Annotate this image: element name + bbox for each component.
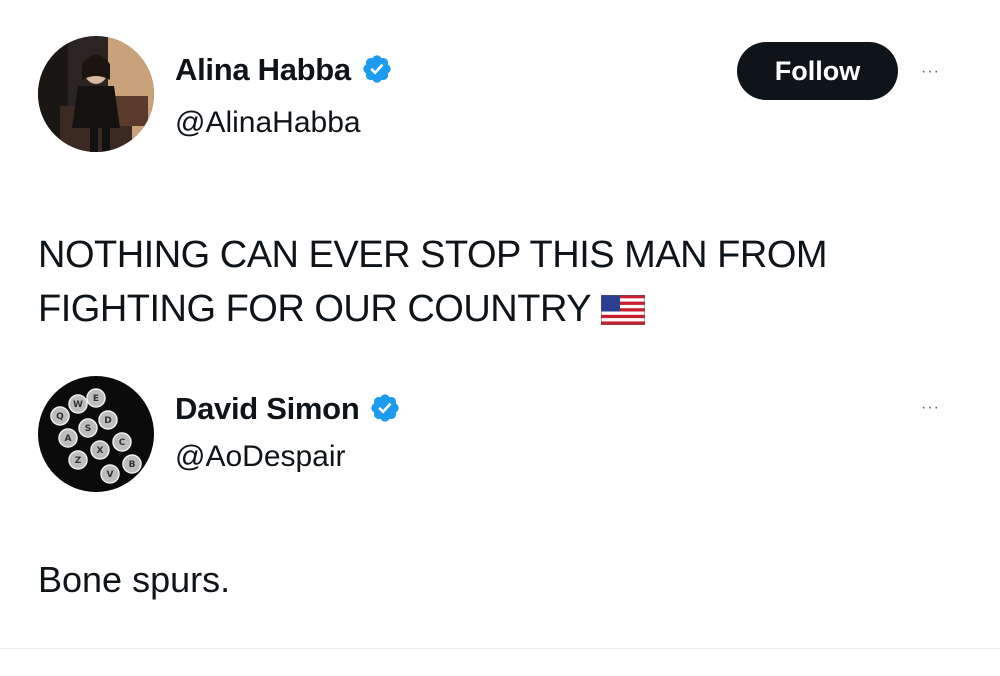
- follow-button[interactable]: Follow: [737, 42, 898, 100]
- svg-text:Z: Z: [75, 456, 82, 466]
- author-avatar[interactable]: [38, 36, 154, 152]
- svg-text:A: A: [65, 434, 72, 444]
- us-flag-icon: [600, 286, 646, 340]
- tweet-text-line-2-row: FIGHTING FOR OUR COUNTRY: [38, 282, 968, 340]
- author-display-name[interactable]: Alina Habba: [175, 54, 351, 85]
- svg-text:S: S: [85, 424, 91, 434]
- svg-text:V: V: [107, 470, 114, 480]
- verified-badge-icon: [361, 53, 393, 85]
- svg-text:E: E: [93, 394, 99, 404]
- reply-author-avatar[interactable]: Q W E A S D Z X C V B: [38, 376, 154, 492]
- tweet-text-line-2: FIGHTING FOR OUR COUNTRY: [38, 288, 592, 330]
- reply-author-handle[interactable]: @AoDespair: [175, 442, 346, 472]
- tweet-text-line-1: NOTHING CAN EVER STOP THIS MAN FROM: [38, 234, 828, 276]
- more-options-icon[interactable]: ···: [921, 64, 940, 80]
- tweet-text: NOTHING CAN EVER STOP THIS MAN FROM FIGH…: [38, 228, 968, 340]
- svg-text:D: D: [104, 416, 111, 426]
- svg-text:X: X: [97, 446, 104, 456]
- divider: [0, 648, 1000, 649]
- reply-author-name-row: David Simon: [175, 392, 401, 424]
- reply-more-options-icon[interactable]: ···: [921, 400, 940, 416]
- reply-author-display-name[interactable]: David Simon: [175, 393, 360, 424]
- verified-badge-icon: [369, 392, 401, 424]
- svg-text:W: W: [73, 400, 83, 410]
- author-handle[interactable]: @AlinaHabba: [175, 108, 361, 138]
- svg-text:B: B: [129, 460, 136, 470]
- svg-text:Q: Q: [56, 412, 64, 422]
- svg-text:C: C: [119, 438, 126, 448]
- author-name-row: Alina Habba: [175, 53, 393, 85]
- reply-text: Bone spurs.: [38, 559, 231, 600]
